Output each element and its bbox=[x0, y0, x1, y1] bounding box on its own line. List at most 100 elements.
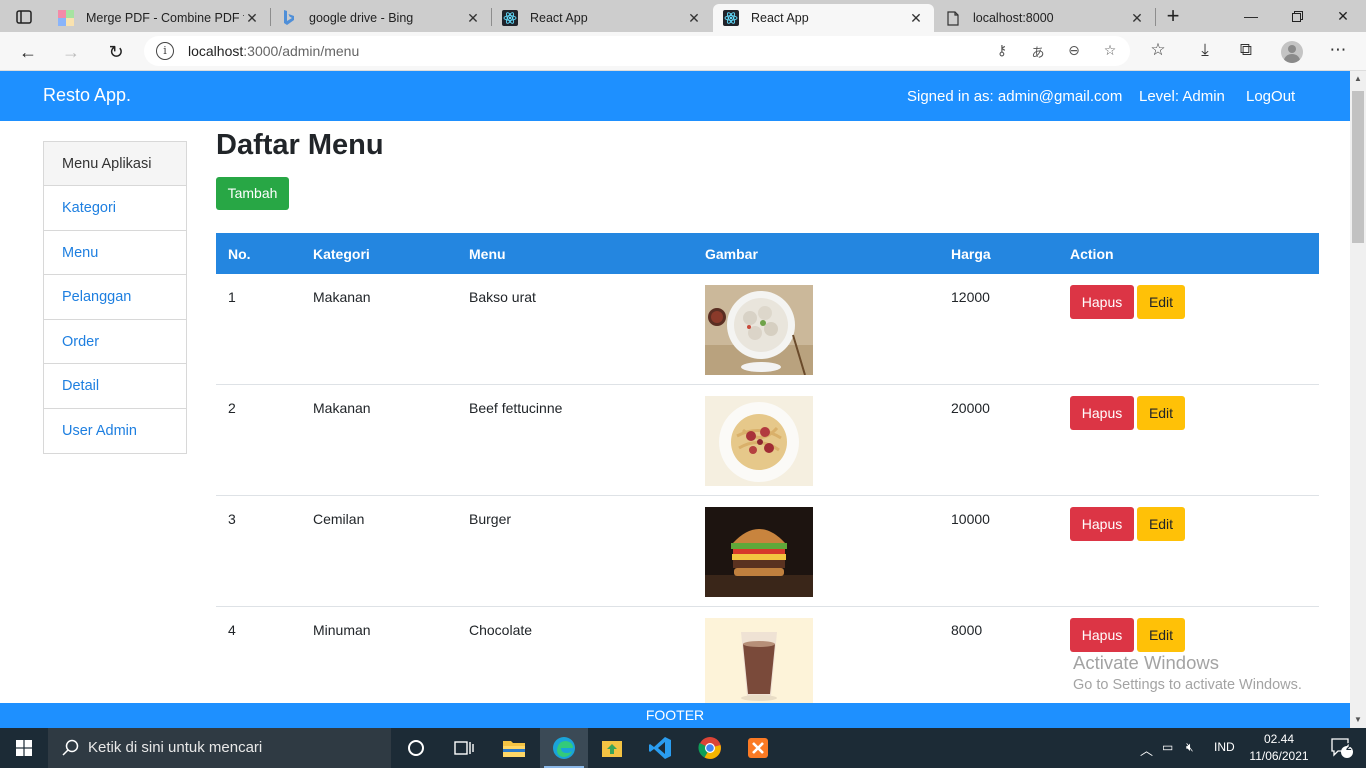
column-header-action: Action bbox=[1070, 246, 1114, 262]
collections-icon[interactable]: ⧉ bbox=[1233, 40, 1259, 64]
input-language[interactable]: IND bbox=[1214, 740, 1235, 754]
refresh-icon: ↻ bbox=[108, 41, 124, 62]
taskbar-clock[interactable]: 02.44 11/06/2021 bbox=[1244, 731, 1314, 765]
start-button[interactable] bbox=[0, 728, 48, 768]
taskbar-search[interactable]: Ketik di sini untuk mencari bbox=[48, 728, 391, 768]
edit-button[interactable]: Edit bbox=[1137, 396, 1185, 430]
close-tab-icon[interactable]: ✕ bbox=[244, 10, 260, 27]
close-tab-icon[interactable]: ✕ bbox=[686, 10, 702, 27]
battery-icon[interactable]: ▭ bbox=[1162, 740, 1173, 754]
volume-muted-icon[interactable]: 🔇︎ bbox=[1186, 740, 1194, 755]
close-window-button[interactable]: ✕ bbox=[1320, 0, 1366, 32]
zoom-out-icon[interactable]: ⊖ bbox=[1064, 42, 1084, 60]
minimize-button[interactable]: — bbox=[1228, 0, 1274, 32]
edit-button[interactable]: Edit bbox=[1137, 507, 1185, 541]
task-view-icon bbox=[454, 741, 474, 755]
key-icon[interactable]: ⚷ bbox=[992, 42, 1012, 60]
scroll-down-icon[interactable]: ▼ bbox=[1350, 712, 1366, 728]
delete-button[interactable]: Hapus bbox=[1070, 507, 1134, 541]
column-header-harga: Harga bbox=[951, 246, 991, 262]
chrome-taskbar-button[interactable] bbox=[686, 728, 734, 768]
watermark-title: Activate Windows bbox=[1073, 652, 1219, 673]
scrollbar-thumb[interactable] bbox=[1352, 91, 1364, 243]
sidebar-item-menu[interactable]: Menu bbox=[44, 231, 186, 275]
table-row: 2 Makanan Beef fettucinne 20000 Hapus Ed… bbox=[216, 385, 1319, 496]
tab-title: localhost:8000 bbox=[973, 11, 1054, 25]
clock-time: 02.44 bbox=[1263, 732, 1295, 746]
app-brand[interactable]: Resto App. bbox=[43, 85, 131, 106]
notification-center-button[interactable]: 2 bbox=[1318, 728, 1366, 768]
menu-image-bakso bbox=[705, 285, 813, 375]
vscode-icon bbox=[649, 737, 671, 759]
close-tab-icon[interactable]: ✕ bbox=[908, 10, 924, 27]
browser-tab-bing[interactable]: google drive - Bing ✕ bbox=[271, 4, 491, 32]
url-path: :3000/admin/menu bbox=[243, 43, 360, 59]
scroll-up-icon[interactable]: ▲ bbox=[1350, 71, 1366, 87]
vscode-taskbar-button[interactable] bbox=[636, 728, 684, 768]
read-aloud-icon[interactable]: あ bbox=[1028, 42, 1048, 60]
forward-button[interactable]: → bbox=[57, 38, 85, 66]
column-header-no: No. bbox=[228, 246, 251, 262]
task-view-button[interactable] bbox=[440, 728, 488, 768]
browser-tab-react-app[interactable]: React App ✕ bbox=[492, 4, 712, 32]
show-hidden-icons[interactable]: ︿ bbox=[1140, 740, 1153, 759]
chrome-icon bbox=[698, 737, 721, 759]
browser-tab-localhost-8000[interactable]: localhost:8000 ✕ bbox=[935, 4, 1155, 32]
back-button[interactable]: ← bbox=[14, 38, 42, 66]
cell-harga: 8000 bbox=[951, 622, 983, 638]
site-info-icon[interactable]: i bbox=[156, 42, 174, 60]
restore-button[interactable] bbox=[1274, 0, 1320, 32]
sidebar-item-user-admin[interactable]: User Admin bbox=[44, 409, 186, 454]
cell-no: 1 bbox=[228, 289, 236, 305]
browser-tab-merge-pdf[interactable]: Merge PDF - Combine PDF fi ✕ bbox=[48, 4, 270, 32]
close-tab-icon[interactable]: ✕ bbox=[1129, 10, 1145, 27]
url-text[interactable]: localhost:3000/admin/menu bbox=[188, 43, 359, 59]
delete-button[interactable]: Hapus bbox=[1070, 285, 1134, 319]
sidebar-title: Menu Aplikasi bbox=[44, 142, 186, 186]
cortana-button[interactable] bbox=[392, 728, 440, 768]
app-icon bbox=[602, 741, 622, 757]
downloads-icon[interactable]: ⤓ bbox=[1192, 40, 1218, 64]
page-icon bbox=[945, 10, 961, 26]
cell-menu: Burger bbox=[469, 511, 512, 527]
browser-tab-react-app-active[interactable]: React App ✕ bbox=[713, 4, 934, 32]
folder-icon bbox=[503, 741, 525, 757]
file-explorer-button[interactable] bbox=[490, 728, 538, 768]
edit-button[interactable]: Edit bbox=[1137, 285, 1185, 319]
edge-taskbar-button[interactable] bbox=[540, 728, 588, 768]
tab-actions-button[interactable] bbox=[10, 6, 38, 28]
edit-button[interactable]: Edit bbox=[1137, 618, 1185, 652]
windows-logo-icon bbox=[16, 740, 32, 756]
delete-button[interactable]: Hapus bbox=[1070, 396, 1134, 430]
page-scrollbar[interactable]: ▲ ▼ bbox=[1350, 71, 1366, 728]
browser-toolbar: ← → ↻ i localhost:3000/admin/menu ⚷ あ ⊖ … bbox=[0, 32, 1366, 71]
arrow-right-icon: → bbox=[62, 41, 80, 62]
sidebar-item-pelanggan[interactable]: Pelanggan bbox=[44, 275, 186, 320]
url-host: localhost bbox=[188, 43, 244, 59]
new-tab-button[interactable]: + bbox=[1160, 4, 1186, 30]
logout-link[interactable]: LogOut bbox=[1246, 88, 1295, 105]
cell-menu: Chocolate bbox=[469, 622, 533, 638]
menu-image-burger bbox=[705, 507, 813, 597]
cell-kategori: Minuman bbox=[313, 622, 371, 638]
column-header-gambar: Gambar bbox=[705, 246, 758, 262]
xampp-taskbar-button[interactable] bbox=[734, 728, 782, 768]
refresh-button[interactable]: ↻ bbox=[102, 38, 130, 66]
cortana-icon bbox=[408, 740, 424, 756]
activate-windows-watermark: Activate Windows Go to Settings to activ… bbox=[1073, 652, 1302, 693]
favorites-icon[interactable]: ☆ bbox=[1145, 40, 1171, 64]
profile-avatar[interactable] bbox=[1281, 41, 1303, 63]
bing-icon bbox=[281, 10, 297, 26]
more-menu-icon[interactable]: ⋯ bbox=[1325, 40, 1351, 64]
sidebar-item-order[interactable]: Order bbox=[44, 320, 186, 364]
add-favorite-icon[interactable]: ☆ bbox=[1100, 42, 1120, 60]
close-tab-icon[interactable]: ✕ bbox=[465, 10, 481, 27]
cell-harga: 20000 bbox=[951, 400, 990, 416]
app-taskbar-button[interactable] bbox=[588, 728, 636, 768]
sidebar-item-detail[interactable]: Detail bbox=[44, 364, 186, 409]
add-menu-button[interactable]: Tambah bbox=[216, 177, 289, 210]
cell-menu: Beef fettucinne bbox=[469, 400, 563, 416]
delete-button[interactable]: Hapus bbox=[1070, 618, 1134, 652]
address-bar[interactable]: i localhost:3000/admin/menu ⚷ あ ⊖ ☆ bbox=[144, 36, 1130, 66]
sidebar-item-kategori[interactable]: Kategori bbox=[44, 186, 186, 231]
